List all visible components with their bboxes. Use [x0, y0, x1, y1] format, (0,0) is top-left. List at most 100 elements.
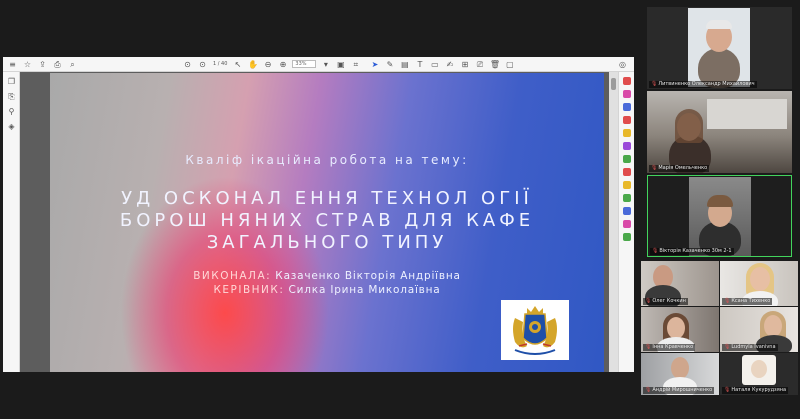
menu-icon[interactable]: ≡ [7, 59, 18, 70]
pen-icon[interactable]: ✎ [384, 59, 395, 70]
select-tool-icon[interactable]: ➤ [369, 59, 380, 70]
page-indicator[interactable]: 1 / 40 [213, 61, 227, 67]
more-tools-icon[interactable] [623, 207, 631, 215]
print-icon[interactable]: ⎙ [52, 59, 63, 70]
participant-name-tag: 🎙Вікторія Казаченко 30м 2-1 [650, 248, 734, 255]
signature-icon[interactable]: ✍ [444, 59, 455, 70]
slide-title-line-2: БОРОШ НЯНИХ СТРАВ ДЛЯ КАФЕ [119, 210, 535, 231]
emblem-icon [501, 300, 569, 360]
fit-page-icon[interactable]: ▣ [335, 59, 346, 70]
slide-subtitle: Кваліф ікаційна робота на тему: [185, 153, 469, 167]
vertical-scrollbar[interactable] [609, 72, 618, 372]
participant-tile-5[interactable]: 🎙Ксана Тихенко [720, 261, 798, 306]
mic-muted-icon: 🎙 [651, 81, 658, 87]
highlight-icon[interactable]: ▤ [399, 59, 410, 70]
shared-pdf-window: ≡ ☆ ⇪ ⎙ ⌕ ⊙ ⊙ 1 / 40 ↖ ✋ ⊖ ⊕ 33% ▾ ▣ ⌗ ➤ [3, 57, 634, 372]
comment-icon[interactable]: ▭ [429, 59, 440, 70]
participant-video-3 [689, 177, 751, 256]
protect-icon[interactable] [623, 168, 631, 176]
mic-muted-icon: 🎙 [724, 387, 731, 393]
pdf-tools-rail [618, 72, 634, 372]
mic-muted-icon: 🎙 [652, 248, 659, 254]
participant-name-tag: 🎙Ludmyla Ivanivna [722, 344, 778, 351]
author-name: Казаченко Вікторія Андріївна [271, 270, 461, 282]
page-down-icon[interactable]: ⊙ [197, 59, 208, 70]
presentation-slide: Кваліф ікаційна робота на тему: УД ОСКОН… [50, 73, 604, 372]
export-pdf-icon[interactable] [623, 77, 631, 85]
attachment-icon[interactable]: ⚲ [6, 106, 17, 117]
participant-name: Вікторія Казаченко 30м 2-1 [659, 248, 732, 254]
participant-tile-2[interactable]: 🎙Марія Омельченко [647, 91, 792, 173]
upload-icon[interactable]: ⇪ [37, 59, 48, 70]
create-pdf-icon[interactable] [623, 103, 631, 111]
attach-icon[interactable]: ⊞ [459, 59, 470, 70]
participant-name: Ксана Тихенко [731, 298, 771, 304]
mic-muted-icon: 🎙 [724, 344, 731, 350]
participant-tile-6[interactable]: 🎙Інна Кравченко [641, 307, 719, 352]
compress-icon[interactable] [623, 194, 631, 202]
text-tool-icon[interactable]: T [414, 59, 425, 70]
participant-tile-8[interactable]: 🎙Андрій Мирошниченко [641, 353, 719, 395]
author-role: ВИКОНАЛА: [193, 270, 272, 282]
edit-pdf-icon[interactable] [623, 90, 631, 98]
participant-tile-4[interactable]: 🎙Олег Кочкин [641, 261, 719, 306]
redact-icon[interactable] [623, 233, 631, 241]
stamp-icon[interactable]: ⎚ [474, 59, 485, 70]
send-icon[interactable] [623, 220, 631, 228]
minimize-icon[interactable]: ◎ [617, 59, 628, 70]
supervisor-role: КЕРІВНИК: [213, 284, 285, 296]
zoom-field[interactable]: 33% [292, 60, 317, 68]
participant-video-1 [688, 8, 750, 88]
chevron-down-icon[interactable]: ▾ [320, 59, 331, 70]
zoom-in-icon[interactable]: ⊕ [277, 59, 288, 70]
pdf-left-rail: ❐ ⎘ ⚲ ◈ [3, 72, 20, 372]
mic-muted-icon: 🎙 [645, 387, 652, 393]
slide-author: ВИКОНАЛА: Казаченко Вікторія Андріївна [50, 270, 604, 282]
participant-tile-3-active-speaker[interactable]: 🎙Вікторія Казаченко 30м 2-1 [647, 175, 792, 257]
participant-name: Інна Кравченко [652, 344, 694, 350]
participant-name: Олег Кочкин [652, 298, 686, 304]
participant-name-tag: 🎙Андрій Мирошниченко [643, 387, 715, 394]
slide-supervisor: КЕРІВНИК: Силка Ірина Миколаївна [50, 284, 604, 296]
participant-tile-7[interactable]: 🎙Ludmyla Ivanivna [720, 307, 798, 352]
pdf-toolbar: ≡ ☆ ⇪ ⎙ ⌕ ⊙ ⊙ 1 / 40 ↖ ✋ ⊖ ⊕ 33% ▾ ▣ ⌗ ➤ [3, 57, 634, 72]
participant-avatar [742, 355, 776, 385]
comment-tool-icon[interactable] [623, 116, 631, 124]
zoom-out-icon[interactable]: ⊖ [262, 59, 273, 70]
thumbnails-icon[interactable]: ❐ [6, 76, 17, 87]
participant-name-tag: 🎙Литвиненко Олександр Михайлович [649, 81, 757, 88]
search-icon[interactable]: ⌕ [67, 59, 78, 70]
participant-name: Наталя Кукурудзяна [731, 387, 787, 393]
supervisor-name: Силка Ірина Миколаївна [284, 284, 441, 296]
hand-icon[interactable]: ✋ [247, 59, 258, 70]
participant-name-tag: 🎙Ксана Тихенко [722, 298, 773, 305]
trash-icon[interactable]: 🗑 [489, 59, 500, 70]
page-up-icon[interactable]: ⊙ [182, 59, 193, 70]
pdf-document-area[interactable]: Кваліф ікаційна робота на тему: УД ОСКОН… [20, 72, 618, 372]
participant-tile-1[interactable]: 🎙Литвиненко Олександр Михайлович [647, 7, 792, 89]
scan-ocr-icon[interactable] [623, 155, 631, 163]
fill-sign-icon[interactable] [623, 181, 631, 189]
mic-muted-icon: 🎙 [724, 298, 731, 304]
participant-name: Марія Омельченко [658, 165, 708, 171]
layers-icon[interactable]: ◈ [6, 121, 17, 132]
participant-name-tag: 🎙Інна Кравченко [643, 344, 696, 351]
university-emblem [501, 300, 569, 360]
combine-files-icon[interactable] [623, 129, 631, 137]
participant-name-tag: 🎙Наталя Кукурудзяна [722, 387, 789, 394]
clipboard-icon[interactable]: ▢ [504, 59, 515, 70]
participant-tile-9[interactable]: 🎙Наталя Кукурудзяна [720, 353, 798, 395]
mic-muted-icon: 🎙 [645, 298, 652, 304]
star-icon[interactable]: ☆ [22, 59, 33, 70]
participant-name: Литвиненко Олександр Михайлович [658, 81, 755, 87]
bookmark-icon[interactable]: ⎘ [6, 91, 17, 102]
participant-name-tag: 🎙Марія Омельченко [649, 165, 710, 172]
cursor-icon[interactable]: ↖ [232, 59, 243, 70]
marquee-icon[interactable]: ⌗ [350, 59, 361, 70]
organize-pages-icon[interactable] [623, 142, 631, 150]
scrollbar-thumb[interactable] [611, 78, 616, 90]
participant-name: Андрій Мирошниченко [652, 387, 713, 393]
participant-name-tag: 🎙Олег Кочкин [643, 298, 688, 305]
slide-title-line-3: ЗАГАЛЬНОГО ТИПУ [206, 232, 448, 253]
meeting-stage: ≡ ☆ ⇪ ⎙ ⌕ ⊙ ⊙ 1 / 40 ↖ ✋ ⊖ ⊕ 33% ▾ ▣ ⌗ ➤ [0, 0, 800, 419]
